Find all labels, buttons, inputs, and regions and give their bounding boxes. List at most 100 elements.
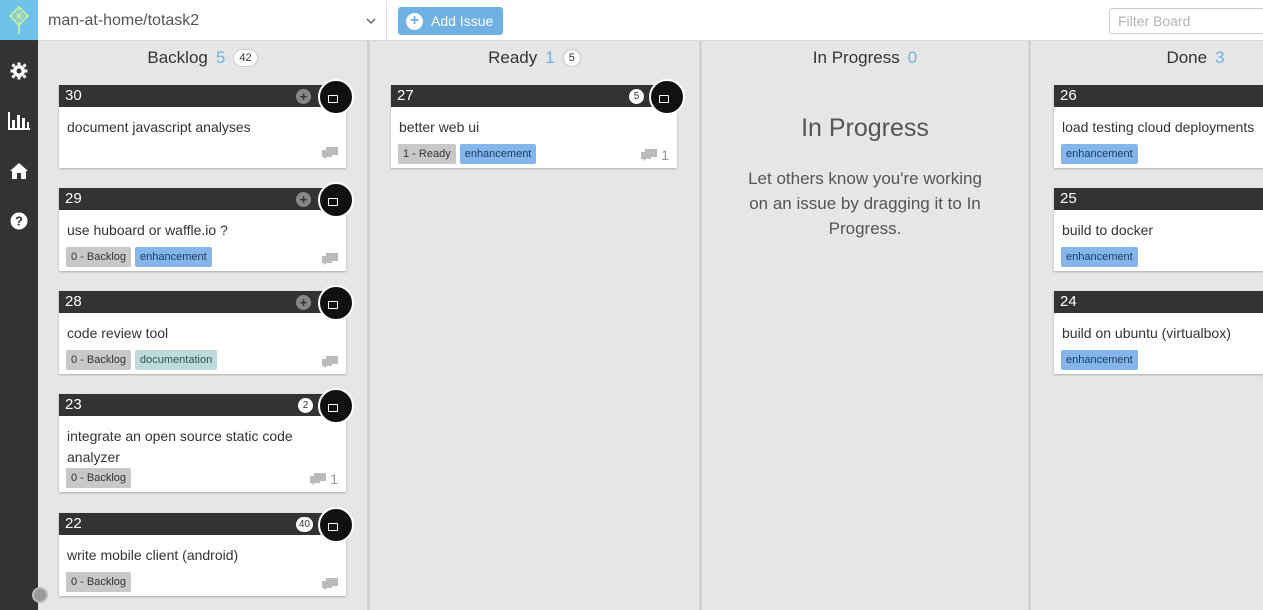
issue-card[interactable]: 27 5 better web ui 1 - Ready enhancement… [391,79,685,168]
card-header: 28 + [59,291,346,313]
comments-icon: 1 [310,471,338,487]
issue-title[interactable]: use huboard or waffle.io ? [59,210,346,241]
issue-card[interactable]: 26 load testing cloud deployments enhanc… [1054,85,1263,168]
issue-card[interactable]: 29 + use huboard or waffle.io ? 0 - Back… [59,182,354,271]
label-backlog[interactable]: 0 - Backlog [66,247,132,267]
labels: 0 - Backlog [66,468,132,488]
column-divider [367,41,370,610]
plus-circle-icon[interactable]: + [296,295,311,310]
card-header: 23 2 [59,394,346,416]
label-enhancement[interactable]: enhancement [1061,247,1138,267]
label-enhancement[interactable]: enhancement [1061,144,1138,164]
repo-name: man-at-home/totask2 [48,12,200,29]
card-header: 29 + [59,188,346,210]
label-backlog[interactable]: 0 - Backlog [66,350,132,370]
avatar[interactable] [649,79,685,115]
column-name: Ready [488,48,538,67]
column-name: In Progress [812,48,900,67]
issue-title[interactable]: integrate an open source static code ana… [59,416,346,468]
labels: 0 - Backlog enhancement [66,247,212,267]
chart-icon[interactable] [8,110,30,132]
avatar[interactable] [318,388,354,424]
label-ready[interactable]: 1 - Ready [398,144,456,164]
sidebar: ? [0,0,38,610]
column-name: Backlog [147,48,208,67]
column-count: 3 [1215,48,1225,67]
issue-title[interactable]: build on ubuntu (virtualbox) [1054,313,1263,344]
column-divider [1028,41,1031,610]
add-issue-label: Add Issue [431,13,494,29]
comments-icon [322,356,338,368]
issue-title[interactable]: load testing cloud deployments [1054,107,1263,138]
issue-card[interactable]: 22 40 write mobile client (android) 0 - … [59,507,354,596]
card-header: 26 [1054,85,1263,107]
labels: enhancement [1061,144,1138,164]
avatar[interactable] [318,79,354,115]
avatar[interactable] [318,182,354,218]
comment-count: 1 [661,147,669,163]
issue-card[interactable]: 28 + code review tool 0 - Backlog docume… [59,285,354,374]
label-enhancement[interactable]: enhancement [135,247,212,267]
column-header-in-progress: In Progress 0 [702,48,1028,68]
card-header: 25 [1054,188,1263,210]
label-backlog[interactable]: 0 - Backlog [66,468,132,488]
comments-icon [322,578,338,590]
repo-selector[interactable]: man-at-home/totask2 [38,0,387,41]
column-header-backlog: Backlog 5 42 [38,48,367,68]
labels: 0 - Backlog [66,572,132,592]
issue-number: 22 [65,515,82,532]
empty-state-text: Let others know you're working on an iss… [748,169,982,238]
add-issue-button[interactable]: + Add Issue [398,7,503,35]
column-count: 0 [907,48,918,67]
comment-count-badge: 40 [295,517,313,532]
filter-board-input[interactable] [1109,8,1263,34]
issue-number: 24 [1060,293,1077,310]
column-name: Done [1166,48,1208,67]
label-documentation[interactable]: documentation [135,350,218,370]
issue-title[interactable]: build to docker [1054,210,1263,241]
labels: 1 - Ready enhancement [398,144,537,164]
issue-number: 25 [1060,190,1077,207]
labels: enhancement [1061,350,1138,370]
issue-number: 26 [1060,87,1077,104]
avatar[interactable] [318,507,354,543]
column-total-badge: 42 [233,49,258,67]
chevron-down-icon [365,14,377,32]
issue-card[interactable]: 25 build to docker enhancement [1054,188,1263,271]
issue-number: 29 [65,190,82,207]
logo-icon[interactable] [0,0,38,40]
column-header-done: Done 3 [1031,48,1263,68]
avatar[interactable] [318,285,354,321]
gear-icon[interactable] [8,60,30,82]
header: man-at-home/totask2 + Add Issue [38,0,1263,41]
issue-card[interactable]: 23 2 integrate an open source static cod… [59,388,354,492]
plus-circle-icon[interactable]: + [296,89,311,104]
card-header: 27 5 [391,85,677,107]
column-total-badge: 5 [562,49,581,67]
issue-card[interactable]: 24 build on ubuntu (virtualbox) enhancem… [1054,291,1263,374]
comment-count-badge: 5 [629,89,644,104]
issue-number: 23 [65,396,82,413]
issue-title[interactable]: write mobile client (android) [59,535,346,566]
column-count: 5 [215,48,226,67]
issue-title[interactable]: document javascript analyses [59,107,346,138]
empty-state-title: In Progress [801,114,929,142]
issue-title[interactable]: better web ui [391,107,677,138]
label-enhancement[interactable]: enhancement [459,144,537,164]
comments-icon [322,147,338,159]
column-divider [699,41,702,610]
plus-circle-icon[interactable]: + [296,192,311,207]
issue-number: 30 [65,87,82,104]
card-header: 24 [1054,291,1263,313]
column-count: 1 [545,48,555,67]
comments-icon: 1 [641,147,669,163]
label-backlog[interactable]: 0 - Backlog [66,572,132,592]
label-enhancement[interactable]: enhancement [1061,350,1138,370]
help-icon[interactable]: ? [8,210,30,232]
home-icon[interactable] [8,160,30,182]
issue-title[interactable]: code review tool [59,313,346,344]
expand-sidebar-icon[interactable] [32,587,48,603]
comments-icon [322,253,338,265]
comment-count: 1 [330,471,338,487]
issue-card[interactable]: 30 + document javascript analyses [59,79,354,168]
